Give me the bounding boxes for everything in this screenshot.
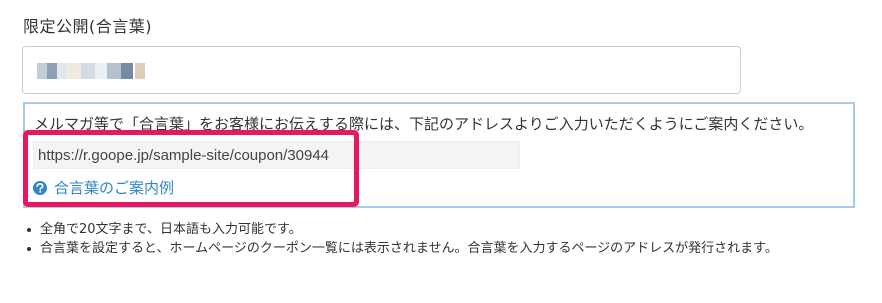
blur-block (67, 63, 81, 79)
obscured-passphrase-value (37, 63, 147, 79)
note-item: 全角で20文字まで、日本語も入力可能です。 (24, 220, 864, 239)
section-label: 限定公開(合言葉) (23, 17, 152, 36)
blur-block (47, 63, 57, 79)
blur-block (95, 63, 107, 79)
coupon-url-field[interactable]: https://r.goope.jp/sample-site/coupon/30… (33, 141, 520, 169)
note-item: 合言葉を設定すると、ホームページのクーポン一覧には表示されません。合言葉を入力す… (24, 239, 864, 258)
info-text: メルマガ等で「合言葉」をお客様にお伝えする際には、下記のアドレスよりご入力いただ… (34, 115, 814, 133)
example-link-label: 合言葉のご案内例 (54, 179, 175, 197)
blur-block (81, 63, 95, 79)
blur-block (37, 63, 47, 79)
coupon-url-info-box: メルマガ等で「合言葉」をお客様にお伝えする際には、下記のアドレスよりご入力いただ… (23, 102, 855, 208)
coupon-url-text: https://r.goope.jp/sample-site/coupon/30… (38, 147, 330, 164)
question-circle-icon (33, 180, 47, 195)
passphrase-example-link[interactable]: 合言葉のご案内例 (33, 177, 174, 198)
notes-list: 全角で20文字まで、日本語も入力可能です。 合言葉を設定すると、ホームページのク… (24, 220, 864, 258)
blur-block (135, 63, 145, 79)
passphrase-input[interactable] (22, 46, 741, 94)
blur-block (107, 63, 121, 79)
blur-block (121, 63, 133, 79)
blur-block (57, 63, 67, 79)
